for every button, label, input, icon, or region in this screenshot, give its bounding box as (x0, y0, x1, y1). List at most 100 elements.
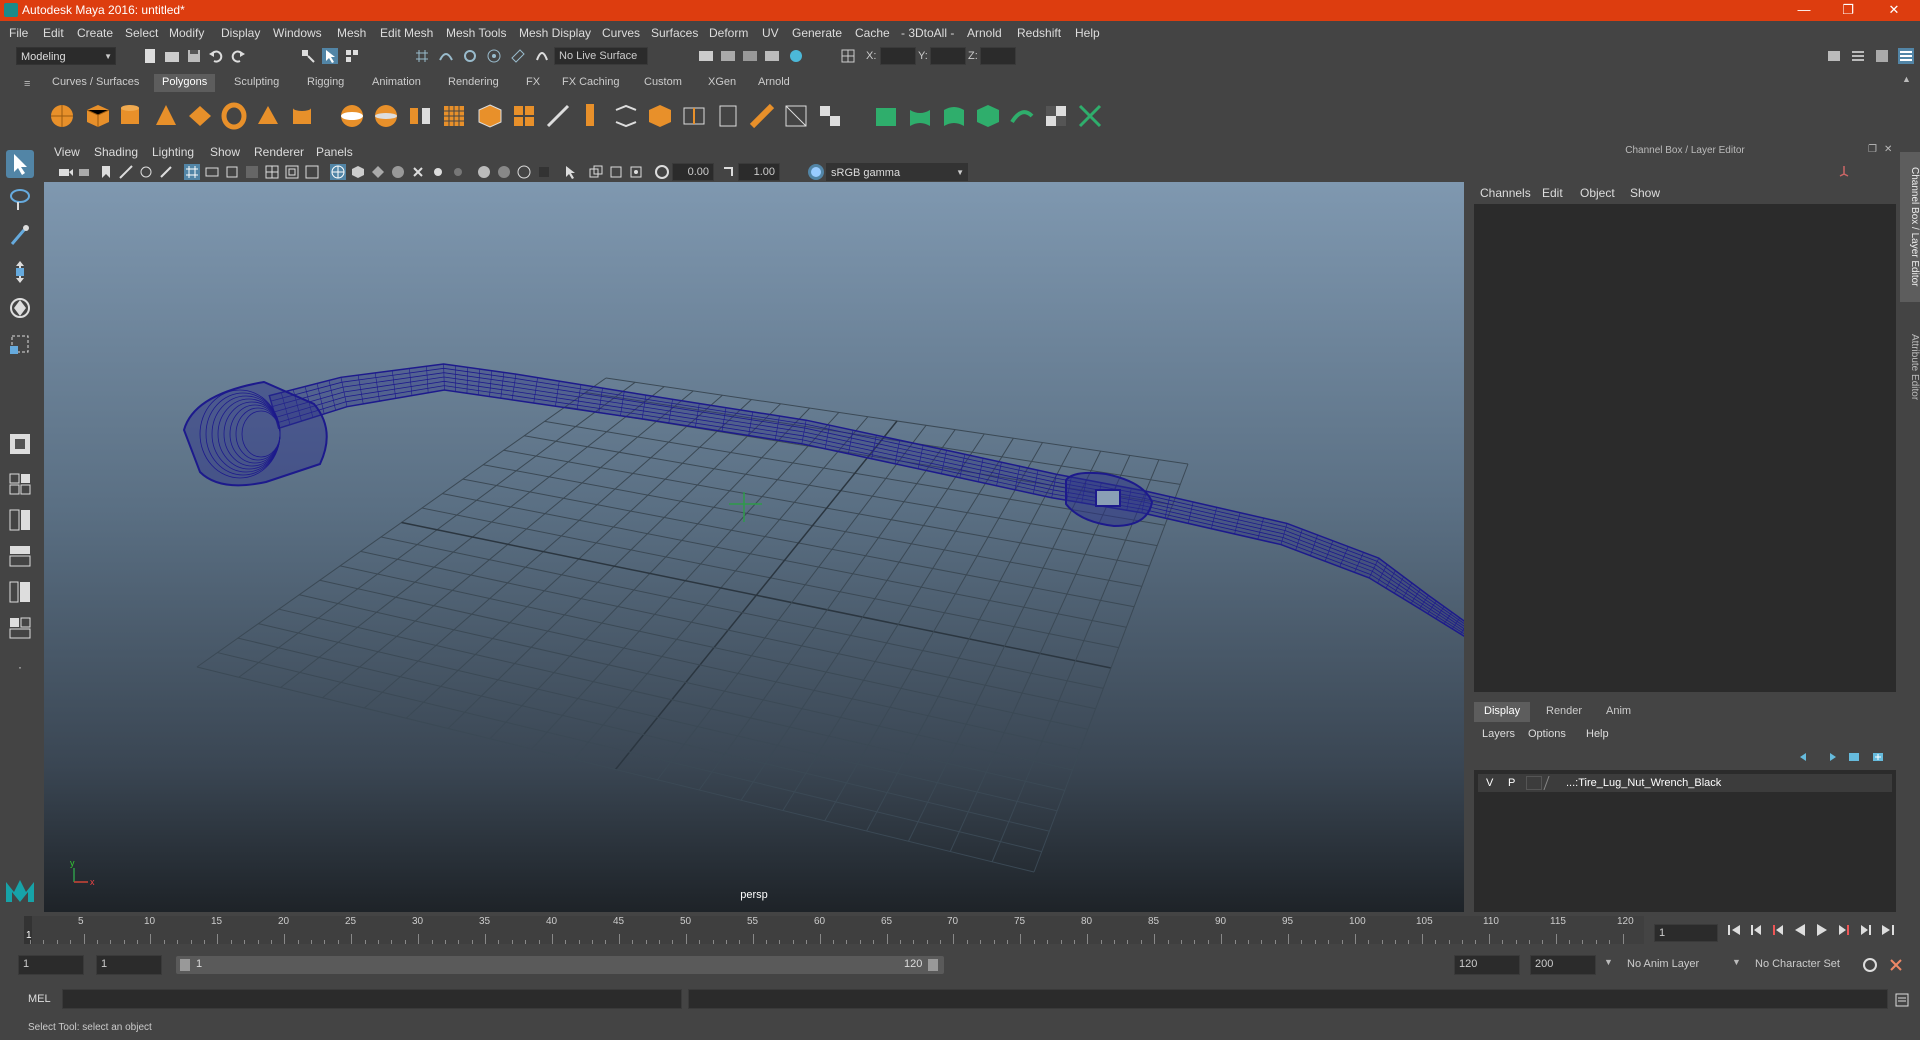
side-tab-attribute-editor[interactable]: Attribute Editor (1900, 312, 1920, 422)
resolution-gate-icon[interactable] (224, 164, 240, 180)
minimize-button[interactable]: — (1782, 0, 1826, 21)
shelf-tab-rendering[interactable]: Rendering (440, 74, 507, 92)
new-scene-icon[interactable] (142, 48, 158, 64)
animation-preferences-icon[interactable] (1888, 957, 1904, 973)
render-current-frame-icon[interactable] (720, 48, 736, 64)
menu-create[interactable]: Create (77, 26, 113, 40)
shelf-tab-fx[interactable]: FX (518, 74, 548, 92)
bookmark-icon[interactable] (98, 164, 114, 180)
persp-outliner-layout-icon[interactable] (6, 542, 34, 570)
shelf-tab-xgen[interactable]: XGen (700, 74, 744, 92)
range-start-handle[interactable] (180, 959, 190, 971)
menu-windows[interactable]: Windows (273, 26, 322, 40)
lights-icon[interactable] (430, 164, 446, 180)
layer-help-menu[interactable]: Help (1586, 728, 1609, 740)
extrude-icon[interactable] (578, 102, 606, 130)
step-back-frame-icon[interactable] (1770, 922, 1786, 938)
tool-settings-icon[interactable] (1874, 48, 1890, 64)
float-panel-icon[interactable]: ❐ (1868, 144, 1877, 155)
layer-tab-anim[interactable]: Anim (1596, 702, 1641, 722)
menu-redshift[interactable]: Redshift (1017, 26, 1061, 40)
undo-icon[interactable] (208, 48, 224, 64)
scale-tool-icon[interactable] (6, 330, 34, 358)
render-view-icon[interactable] (698, 48, 714, 64)
new-layer-icon[interactable] (1846, 750, 1862, 764)
chevron-down-icon[interactable]: ▼ (1604, 957, 1613, 967)
channel-show-menu[interactable]: Show (1630, 186, 1660, 200)
2d-pan-zoom-icon[interactable] (138, 164, 154, 180)
exposure-icon[interactable] (654, 164, 670, 180)
animation-end-field[interactable]: 200 (1530, 955, 1596, 975)
transform-mode-icon[interactable] (840, 48, 856, 64)
mirror-icon[interactable] (510, 102, 538, 130)
poly-pipe-icon[interactable] (288, 102, 316, 130)
go-to-start-icon[interactable] (1726, 922, 1742, 938)
film-gate-icon[interactable] (204, 164, 220, 180)
menu-edit[interactable]: Edit (43, 26, 64, 40)
shelf-scroll-up-icon[interactable]: ▲ (1902, 74, 1911, 84)
menu-mesh-tools[interactable]: Mesh Tools (446, 26, 506, 40)
isolate-select-icon[interactable] (562, 164, 578, 180)
channel-box-toggle-icon[interactable] (1898, 48, 1914, 64)
attribute-editor-icon[interactable] (1850, 48, 1866, 64)
poly-cylinder-icon[interactable] (116, 102, 144, 130)
viewport-menu-view[interactable]: View (54, 145, 80, 159)
viewport-3d-scene[interactable]: y x persp (44, 182, 1464, 912)
uv-unfold-icon[interactable] (1008, 102, 1036, 130)
menu-surfaces[interactable]: Surfaces (651, 26, 698, 40)
animation-start-field[interactable]: 1 (18, 955, 84, 975)
separate-icon[interactable] (372, 102, 400, 130)
screen-space-ao-icon[interactable] (476, 164, 492, 180)
live-surface-field[interactable]: No Live Surface (554, 47, 648, 65)
time-slider[interactable]: 1 5 10 15 20 25 30 35 40 45 50 55 60 65 70 75 80 85 90 95 1… (24, 916, 1644, 944)
insert-edge-loop-icon[interactable] (680, 102, 708, 130)
four-pane-layout-icon[interactable] (6, 470, 34, 498)
poly-pyramid-icon[interactable] (254, 102, 282, 130)
motion-blur-icon[interactable] (496, 164, 512, 180)
layer-visibility-toggle[interactable]: V (1486, 777, 1493, 789)
snap-to-grid-icon[interactable] (414, 48, 430, 64)
menu-arnold[interactable]: Arnold (967, 26, 1002, 40)
hypershade-icon[interactable] (788, 48, 804, 64)
field-chart-icon[interactable] (264, 164, 280, 180)
menu-help[interactable]: Help (1075, 26, 1100, 40)
layer-options-menu[interactable]: Options (1528, 728, 1566, 740)
depth-of-field-icon[interactable] (536, 164, 552, 180)
color-management-icon[interactable] (808, 164, 824, 180)
camera-icon[interactable] (58, 164, 74, 180)
layer-color-swatch[interactable] (1543, 776, 1561, 790)
save-scene-icon[interactable] (186, 48, 202, 64)
bridge-icon[interactable] (612, 102, 640, 130)
hypershade-layout-icon[interactable] (6, 614, 34, 642)
shelf-tab-sculpting[interactable]: Sculpting (226, 74, 287, 92)
wrench-bar[interactable] (268, 363, 1464, 639)
step-back-key-icon[interactable] (1748, 922, 1764, 938)
two-pane-layout-icon[interactable] (6, 506, 34, 534)
grease-pencil-icon[interactable] (158, 164, 174, 180)
fill-hole-icon[interactable] (748, 102, 776, 130)
mel-command-input[interactable] (62, 989, 682, 1009)
shadows-icon[interactable] (450, 164, 466, 180)
y-coord-field[interactable] (930, 47, 966, 65)
merge-icon[interactable] (816, 102, 844, 130)
layer-row[interactable]: V P ...:Tire_Lug_Nut_Wrench_Black (1478, 774, 1892, 792)
channel-list-area[interactable] (1474, 204, 1896, 692)
paint-select-tool-icon[interactable] (6, 222, 34, 250)
menu-cache[interactable]: Cache (855, 26, 890, 40)
playback-end-field[interactable]: 120 (1454, 955, 1520, 975)
menu-edit-mesh[interactable]: Edit Mesh (380, 26, 433, 40)
play-forward-icon[interactable] (1814, 922, 1830, 938)
planar-mapping-icon[interactable] (872, 102, 900, 130)
z-coord-field[interactable] (980, 47, 1016, 65)
default-material-icon[interactable] (370, 164, 386, 180)
move-layer-up-icon[interactable] (1798, 750, 1814, 764)
redo-icon[interactable] (230, 48, 246, 64)
gamma-field[interactable]: 1.00 (738, 163, 780, 181)
toolbox-more-icon[interactable]: · (18, 660, 22, 674)
step-forward-frame-icon[interactable] (1836, 922, 1852, 938)
menu-file[interactable]: File (9, 26, 28, 40)
spherical-mapping-icon[interactable] (940, 102, 968, 130)
snap-to-point-icon[interactable] (462, 48, 478, 64)
safe-action-icon[interactable] (284, 164, 300, 180)
close-panel-icon[interactable]: ✕ (1884, 144, 1892, 155)
